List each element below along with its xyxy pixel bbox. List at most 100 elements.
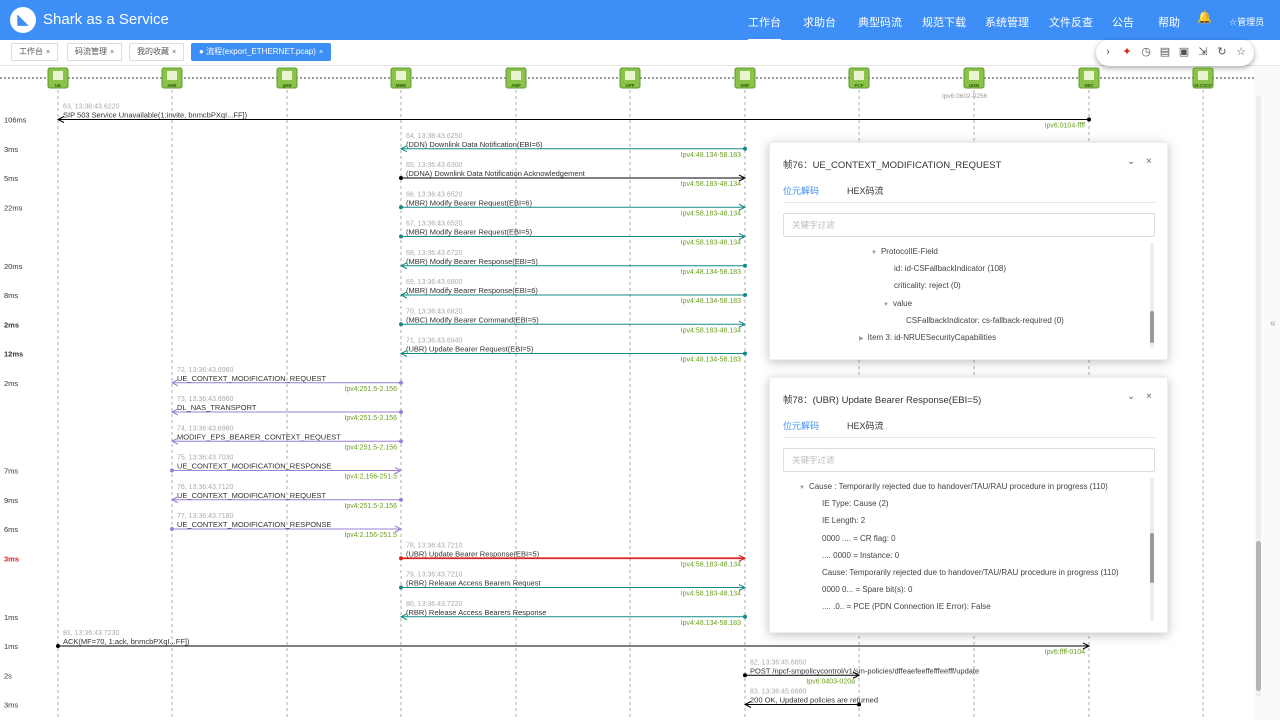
pin-icon[interactable]: ✦ xyxy=(1119,44,1135,60)
user-menu[interactable]: ☆管理员 xyxy=(1229,15,1264,28)
close-icon[interactable]: × xyxy=(1146,156,1152,167)
message-label[interactable]: UE_CONTEXT_MODIFICATION_REQUEST xyxy=(177,491,326,500)
filter-input[interactable] xyxy=(783,213,1155,237)
top-navigation-bar: ◣ Shark as a Service 工作台 求助台 典型码流 规范下载 系… xyxy=(0,0,1280,41)
nav-help[interactable]: 帮助 xyxy=(1158,14,1180,30)
tree-node[interactable]: ▼ Cause : Temporarily rejected due to han… xyxy=(799,482,1108,491)
export-icon[interactable]: ⇲ xyxy=(1195,44,1211,60)
message-label[interactable]: UE_CONTEXT_MODIFICATION_RESPONSE xyxy=(177,462,331,471)
tab-flow-pcap[interactable]: ● 流程(export_ETHERNET.pcap) × xyxy=(191,43,331,61)
tree-node[interactable]: Cause: Temporarily rejected due to hando… xyxy=(822,568,1119,577)
message-address: Ipv6:0104-ffff xyxy=(1045,123,1086,130)
active-dot-icon: ● xyxy=(199,47,204,56)
close-icon[interactable]: × xyxy=(110,49,114,56)
filter-input[interactable] xyxy=(783,448,1155,472)
time-delta: 3ms xyxy=(4,145,18,154)
nav-help-desk[interactable]: 求助台 xyxy=(803,14,836,30)
tab-bit-decode[interactable]: 位元解码 xyxy=(783,419,819,432)
message-header: 79, 13:36:43.7210 xyxy=(406,572,463,579)
message-label[interactable]: UE_CONTEXT_MODIFICATION_REQUEST xyxy=(177,374,326,383)
panel-scrollbar[interactable] xyxy=(1150,478,1154,621)
caret-right-icon[interactable]: ▶ xyxy=(859,336,864,342)
close-icon[interactable]: × xyxy=(46,49,50,56)
message-label[interactable]: MODIFY_EPS_BEARER_CONTEXT_REQUEST xyxy=(177,432,341,441)
message-label[interactable]: (DDNA) Downlink Data Notification Acknow… xyxy=(406,169,586,178)
nav-typical-streams[interactable]: 典型码流 xyxy=(858,14,902,30)
tab-hex-stream[interactable]: HEX码流 xyxy=(847,184,884,197)
chevron-right-icon[interactable]: › xyxy=(1100,44,1116,60)
message-label[interactable]: (DDN) Downlink Data Notification(EBI=6) xyxy=(406,140,543,149)
message-header: 80, 13:36:43.7220 xyxy=(406,601,463,608)
message-origin-dot xyxy=(399,176,403,180)
caret-down-icon[interactable]: ▼ xyxy=(799,485,805,491)
close-icon[interactable]: × xyxy=(1146,391,1152,402)
message-label[interactable]: (RBR) Release Access Bearers Response xyxy=(406,608,546,617)
message-origin-dot xyxy=(170,527,174,531)
chevron-down-icon[interactable]: ⌄ xyxy=(1127,156,1135,167)
nav-workbench[interactable]: 工作台 xyxy=(748,14,781,41)
message-label[interactable]: (MBR) Modify Bearer Request(EBI=6) xyxy=(406,198,533,207)
tab-favorites[interactable]: 我的收藏 × xyxy=(129,43,185,61)
tree-node[interactable]: 0000 .... = CR flag: 0 xyxy=(822,534,896,543)
message-label[interactable]: POST /npcf-smpolicycontrol/v1/sm-policie… xyxy=(750,666,979,675)
close-icon[interactable]: × xyxy=(172,49,176,56)
message-label[interactable]: (UBR) Update Bearer Request(EBI=5) xyxy=(406,345,534,354)
node-glyph-icon xyxy=(625,71,635,80)
history-icon[interactable]: ◷ xyxy=(1138,44,1154,60)
message-label[interactable]: SIP 503 Service Unavailable(1:invite, bn… xyxy=(63,111,248,120)
message-label[interactable]: (UBR) Update Bearer Response(EBI=5) xyxy=(406,549,540,558)
message-label[interactable]: (MBR) Modify Bearer Response(EBI=6) xyxy=(406,286,538,295)
tree-node[interactable]: .... 0000 = Instance: 0 xyxy=(822,551,899,560)
message-origin-dot xyxy=(743,673,747,678)
chevron-down-icon[interactable]: ⌄ xyxy=(1127,391,1135,402)
tree-node[interactable]: IE Type: Cause (2) xyxy=(822,499,889,508)
time-delta: 3ms xyxy=(4,701,18,710)
collapse-panel-icon[interactable]: « xyxy=(1270,318,1276,329)
panel-scroll-thumb[interactable] xyxy=(1150,311,1154,343)
tree-node-text: 0000 0... = Spare bit(s): 0 xyxy=(822,585,913,595)
message-label[interactable]: DL_NAS_TRANSPORT xyxy=(177,403,257,412)
message-label[interactable]: ACK(MF=70, 1:ack, bnmcbPXqI...FF]) xyxy=(63,637,190,646)
tab-workbench[interactable]: 工作台 × xyxy=(11,43,59,61)
bell-icon[interactable]: 🔔 xyxy=(1197,10,1212,24)
message-label[interactable]: (MBR) Modify Bearer Request(EBI=5) xyxy=(406,228,533,237)
tree-node[interactable]: id: id-CSFallbackIndicator (108) xyxy=(894,264,1006,273)
node-label: AMF xyxy=(511,83,521,88)
tree-node[interactable]: ▼ ProtocolIE-Field xyxy=(871,247,938,256)
message-header: 70, 13:36:43.6820 xyxy=(406,308,463,315)
message-label[interactable]: (MBC) Modify Bearer Command(EBI=5) xyxy=(406,315,539,324)
tree-node[interactable]: .... .0.. = PCE (PDN Connection IE Error… xyxy=(822,602,991,611)
save-icon[interactable]: ▣ xyxy=(1176,44,1192,60)
scroll-thumb[interactable] xyxy=(1256,541,1261,691)
nav-system-management[interactable]: 系统管理 xyxy=(985,14,1029,30)
message-origin-dot xyxy=(399,556,403,561)
close-icon[interactable]: × xyxy=(319,49,323,56)
nav-file-lookup[interactable]: 文件反查 xyxy=(1049,14,1093,30)
message-origin-dot xyxy=(743,263,747,268)
nav-announcements[interactable]: 公告 xyxy=(1112,14,1134,30)
refresh-icon[interactable]: ↻ xyxy=(1214,44,1230,60)
tree-node[interactable]: IE Length: 2 xyxy=(822,516,865,525)
document-icon[interactable]: ▤ xyxy=(1157,44,1173,60)
tab-stream-management[interactable]: 码流管理 × xyxy=(67,43,123,61)
vertical-scrollbar[interactable] xyxy=(1254,66,1280,720)
message-label[interactable]: (MBR) Modify Bearer Response(EBI=5) xyxy=(406,257,538,266)
caret-down-icon[interactable]: ▼ xyxy=(871,250,877,256)
tree-node[interactable]: ▼ value xyxy=(883,299,912,308)
caret-down-icon[interactable]: ▼ xyxy=(883,302,889,308)
message-label[interactable]: (RBR) Release Access Bearers Request xyxy=(406,579,542,588)
user-icon: ☆ xyxy=(1229,17,1238,27)
tree-node[interactable]: criticality: reject (0) xyxy=(894,281,961,290)
tab-bit-decode[interactable]: 位元解码 xyxy=(783,184,819,197)
message-header: 83, 13:36:45.6880 xyxy=(750,689,807,696)
tree-node-text: IE Type: Cause (2) xyxy=(822,499,889,509)
star-icon[interactable]: ☆ xyxy=(1233,44,1249,60)
nav-spec-download[interactable]: 规范下载 xyxy=(922,14,966,30)
panel-scroll-thumb[interactable] xyxy=(1150,533,1154,583)
message-label[interactable]: UE_CONTEXT_MODIFICATION_RESPONSE xyxy=(177,520,331,529)
tab-hex-stream[interactable]: HEX码流 xyxy=(847,419,884,432)
panel-scrollbar[interactable] xyxy=(1150,243,1154,348)
tree-node[interactable]: 0000 0... = Spare bit(s): 0 xyxy=(822,585,913,594)
tree-node[interactable]: CSFallbackIndicator: cs-fallback-require… xyxy=(906,316,1064,325)
tree-node[interactable]: ▶ Item 3: id-NRUESecurityCapabilities xyxy=(859,333,996,342)
